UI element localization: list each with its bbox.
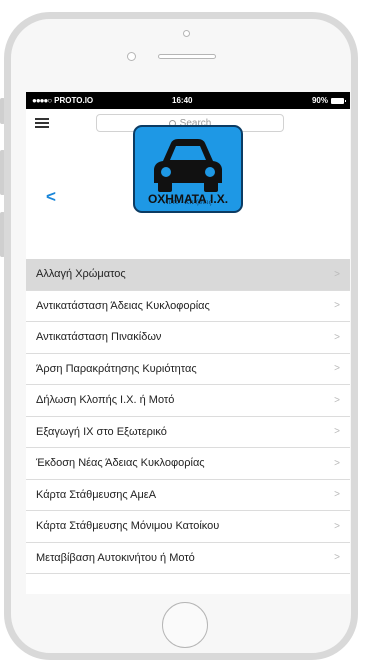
chevron-right-icon: > bbox=[334, 331, 340, 343]
list-item[interactable]: Κάρτα Στάθμευσης Μόνιμου Κατοίκου > bbox=[26, 511, 350, 543]
list-item[interactable]: Μεταβίβαση Αυτοκινήτου ή Μοτό > bbox=[26, 542, 350, 574]
chevron-right-icon: > bbox=[334, 300, 340, 312]
chevron-right-icon: > bbox=[334, 268, 340, 280]
chevron-right-icon: > bbox=[334, 457, 340, 469]
status-time: 16:40 bbox=[172, 96, 193, 105]
phone-sensor bbox=[183, 30, 190, 37]
list-item[interactable]: Δήλωση Κλοπής Ι.Χ. ή Μοτό > bbox=[26, 385, 350, 417]
list-item[interactable]: Εξαγωγή ΙΧ στο Εξωτερικό > bbox=[26, 416, 350, 448]
list-item-label: Άρση Παρακράτησης Κυριότητας bbox=[36, 362, 197, 375]
list-item-label: Αντικατάσταση Πινακίδων bbox=[36, 331, 162, 344]
list-item-label: Αλλαγή Χρώματος bbox=[36, 268, 126, 281]
battery-icon bbox=[331, 97, 346, 104]
list-item[interactable]: Έκδοση Νέας Άδειας Κυκλοφορίας > bbox=[26, 448, 350, 480]
list-item-label: Κάρτα Στάθμευσης ΑμεΑ bbox=[36, 488, 157, 501]
chevron-right-icon: > bbox=[334, 394, 340, 406]
list-item-label: Κάρτα Στάθμευσης Μόνιμου Κατοίκου bbox=[36, 520, 220, 533]
chevron-right-icon: > bbox=[334, 426, 340, 438]
status-bar: ●●●●○ PROTO.IO 16:40 90% bbox=[26, 92, 350, 109]
battery-percent: 90% bbox=[311, 96, 328, 105]
list-item[interactable]: Αλλαγή Χρώματος > bbox=[26, 259, 350, 291]
chevron-right-icon: > bbox=[334, 363, 340, 375]
front-camera bbox=[127, 52, 136, 61]
list-item-label: Μεταβίβαση Αυτοκινήτου ή Μοτό bbox=[36, 551, 195, 564]
car-icon bbox=[154, 139, 222, 192]
signal-strength-icon: ●●●●○ bbox=[32, 96, 52, 105]
list-item-label: Δήλωση Κλοπής Ι.Χ. ή Μοτό bbox=[36, 394, 175, 407]
list-item[interactable]: Αντικατάσταση Άδειας Κυκλοφορίας > bbox=[26, 290, 350, 322]
chevron-right-icon: > bbox=[334, 520, 340, 532]
list-item-label: Αντικατάσταση Άδειας Κυκλοφορίας bbox=[36, 299, 210, 312]
chevron-right-icon: > bbox=[334, 489, 340, 501]
list-item[interactable]: Αντικατάσταση Πινακίδων > bbox=[26, 322, 350, 354]
list-item[interactable]: Άρση Παρακράτησης Κυριότητας > bbox=[26, 353, 350, 385]
page-title: ΟΧΗΜΑΤΑ Ι.Χ. bbox=[147, 192, 229, 206]
home-button[interactable] bbox=[162, 602, 208, 648]
earpiece-speaker bbox=[158, 54, 216, 59]
services-list: Αλλαγή Χρώματος > Αντικατάσταση Άδειας Κυκ… bbox=[26, 259, 350, 574]
list-item-label: Έκδοση Νέας Άδειας Κυκλοφορίας bbox=[36, 457, 205, 470]
list-item-label: Εξαγωγή ΙΧ στο Εξωτερικό bbox=[36, 425, 167, 438]
app-screen: ●●●●○ PROTO.IO 16:40 90% Search Αυτο - Κ… bbox=[26, 92, 350, 594]
hamburger-menu-icon[interactable] bbox=[35, 118, 49, 128]
list-item[interactable]: Κάρτα Στάθμευσης ΑμεΑ > bbox=[26, 479, 350, 511]
carrier-name: PROTO.IO bbox=[54, 96, 94, 105]
chevron-right-icon: > bbox=[334, 552, 340, 564]
battery-status: 90% bbox=[311, 96, 346, 105]
